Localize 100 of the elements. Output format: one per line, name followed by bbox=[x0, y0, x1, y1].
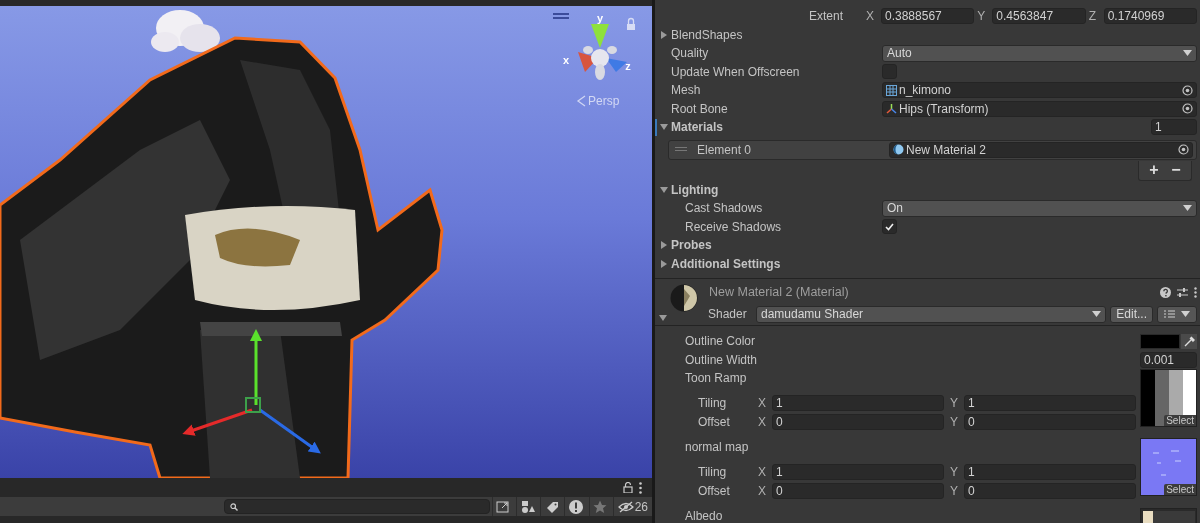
sliders-icon[interactable] bbox=[1177, 286, 1188, 298]
axis-label: X bbox=[758, 414, 767, 429]
field-label: normal map bbox=[685, 439, 750, 456]
field-label: Tiling bbox=[698, 396, 728, 411]
search-icon bbox=[230, 502, 238, 511]
material-preview-icon[interactable] bbox=[670, 284, 698, 312]
orientation-gizmo-drawing[interactable] bbox=[578, 24, 627, 80]
field-label: Offset bbox=[698, 414, 731, 429]
axis-label: X bbox=[866, 9, 875, 24]
axes-icon bbox=[886, 103, 897, 115]
window-icon[interactable] bbox=[495, 498, 512, 515]
object-field[interactable]: Hips (Transform) bbox=[882, 100, 1197, 117]
dropdown[interactable]: On bbox=[882, 199, 1197, 217]
foldout-arrow-icon[interactable] bbox=[660, 259, 668, 268]
number-field[interactable]: 1 bbox=[772, 395, 944, 412]
axis-label: Y bbox=[950, 414, 959, 429]
foldout-arrow-icon[interactable] bbox=[660, 30, 668, 39]
shader-dropdown[interactable]: damudamu Shader bbox=[756, 305, 1107, 323]
number-field[interactable]: 0 bbox=[964, 482, 1136, 499]
dropdown[interactable]: Auto bbox=[882, 44, 1197, 62]
caret-icon bbox=[1092, 311, 1102, 317]
cloud-drawing bbox=[151, 10, 220, 52]
axis-label: X bbox=[758, 483, 767, 498]
axis-label: Y bbox=[950, 483, 959, 498]
color-swatch[interactable] bbox=[1140, 333, 1180, 349]
target-icon[interactable] bbox=[1178, 144, 1189, 155]
count-field[interactable]: 1 bbox=[1151, 119, 1197, 136]
field-label: Materials bbox=[671, 120, 725, 135]
field-label: Lighting bbox=[671, 182, 720, 197]
select-button[interactable]: Select bbox=[1164, 415, 1196, 426]
texture-thumbnail[interactable]: Select bbox=[1140, 438, 1197, 496]
axis-label: X bbox=[758, 465, 767, 480]
field-label: Update When Offscreen bbox=[671, 64, 801, 79]
number-field[interactable]: 1 bbox=[772, 464, 944, 481]
field-label: Toon Ramp bbox=[685, 370, 748, 387]
field-label: Root Bone bbox=[671, 101, 729, 116]
material-title: New Material 2 (Material) bbox=[709, 285, 850, 299]
number-field[interactable]: 0.1740969 bbox=[1103, 8, 1197, 25]
field-label: Probes bbox=[671, 238, 713, 253]
list-dropdown-button[interactable] bbox=[1157, 305, 1197, 323]
lock-icon[interactable] bbox=[623, 482, 633, 493]
field-label: Receive Shadows bbox=[685, 219, 783, 234]
field-label: Additional Settings bbox=[671, 256, 782, 271]
hidden-count: 26 bbox=[634, 499, 649, 514]
list-icon bbox=[1164, 310, 1175, 318]
number-field[interactable]: 0 bbox=[964, 413, 1136, 430]
drag-handle-icon[interactable] bbox=[675, 147, 687, 152]
number-field[interactable]: 0.4563847 bbox=[992, 8, 1086, 25]
sphere-icon bbox=[893, 144, 904, 155]
axis-label: Y bbox=[950, 465, 959, 480]
field-label: Quality bbox=[671, 46, 710, 61]
field-label: Mesh bbox=[671, 83, 702, 98]
number-field[interactable]: 1 bbox=[964, 395, 1136, 412]
field-label: Outline Width bbox=[685, 352, 759, 367]
menu-icon[interactable] bbox=[553, 13, 569, 19]
warning-icon[interactable] bbox=[567, 498, 584, 515]
checkmark-icon bbox=[885, 222, 894, 231]
add-button[interactable]: + bbox=[1145, 161, 1163, 179]
field-label: Cast Shadows bbox=[685, 201, 764, 216]
edit-button[interactable]: Edit... bbox=[1110, 305, 1153, 323]
axis-label: Y bbox=[950, 396, 959, 411]
foldout-arrow-icon[interactable] bbox=[660, 123, 668, 132]
caret-icon bbox=[1183, 205, 1192, 212]
object-field[interactable]: n_kimono bbox=[882, 82, 1197, 99]
eye-slash-icon[interactable] bbox=[617, 500, 634, 513]
target-icon[interactable] bbox=[1182, 84, 1193, 96]
field-label: Extent bbox=[809, 9, 845, 24]
target-icon[interactable] bbox=[1182, 103, 1193, 115]
field-label: Offset bbox=[698, 483, 731, 498]
texture-thumbnail[interactable] bbox=[1140, 508, 1197, 523]
help-icon[interactable] bbox=[1160, 286, 1171, 298]
caret-icon bbox=[1183, 50, 1192, 57]
field-label: Outline Color bbox=[685, 334, 757, 349]
grid-icon bbox=[886, 84, 897, 96]
axis-label: Z bbox=[1088, 9, 1097, 24]
remove-button[interactable]: − bbox=[1167, 161, 1185, 179]
number-field[interactable]: 0 bbox=[772, 482, 944, 499]
select-button[interactable]: Select bbox=[1164, 484, 1196, 495]
search-field[interactable] bbox=[224, 499, 490, 514]
texture-thumbnail[interactable]: Select bbox=[1140, 369, 1197, 427]
number-field[interactable]: 1 bbox=[964, 464, 1136, 481]
number-field[interactable]: 0.3888567 bbox=[881, 8, 975, 25]
caret-icon bbox=[1181, 311, 1190, 317]
axis-label: X bbox=[758, 396, 767, 411]
more-options-icon[interactable] bbox=[639, 481, 642, 494]
number-field[interactable]: 0 bbox=[772, 413, 944, 430]
field-label: Albedo bbox=[685, 508, 724, 523]
eyedropper-icon[interactable] bbox=[1181, 333, 1197, 349]
more-options-icon[interactable] bbox=[1194, 286, 1197, 298]
field-label: BlendShapes bbox=[671, 27, 744, 42]
number-field[interactable]: 0.001 bbox=[1140, 351, 1197, 368]
field-label: Shader bbox=[708, 307, 748, 321]
foldout-arrow-icon[interactable] bbox=[659, 314, 667, 322]
object-field[interactable]: New Material 2 bbox=[889, 141, 1193, 158]
axis-label: Y bbox=[977, 9, 987, 24]
checkbox[interactable] bbox=[882, 219, 897, 235]
foldout-arrow-icon[interactable] bbox=[660, 185, 668, 194]
field-label: Element 0 bbox=[697, 142, 753, 157]
shapes-icon[interactable] bbox=[519, 498, 536, 515]
foldout-arrow-icon[interactable] bbox=[660, 241, 668, 250]
